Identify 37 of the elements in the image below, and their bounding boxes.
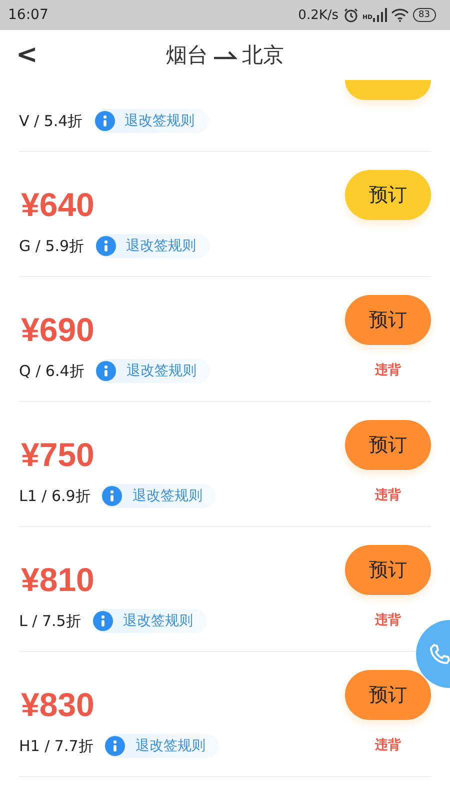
info-icon [94, 111, 115, 131]
wifi-icon [390, 8, 409, 22]
policy-violation-label: 违背 [375, 736, 401, 754]
destination-city: 北京 [242, 42, 284, 69]
info-icon [102, 486, 122, 506]
info-icon [105, 736, 126, 756]
phone-icon [428, 642, 450, 666]
battery-indicator: 83 [412, 8, 436, 22]
policy-violation-label: 违背 [375, 362, 401, 379]
alarm-icon [342, 7, 359, 23]
info-icon [96, 236, 116, 256]
back-button[interactable]: < [0, 40, 38, 70]
fare-price: ¥810 [20, 561, 96, 599]
fare-price: ¥640 [20, 186, 96, 224]
cabin-discount: H1 / 7.7折 [19, 736, 94, 756]
fare-price: ¥830 [20, 686, 96, 724]
network-speed: 0.2K/s [298, 8, 339, 22]
book-button[interactable]: 预订 [345, 545, 431, 595]
status-time: 16:07 [8, 7, 48, 23]
book-button[interactable]: 预订 [345, 420, 431, 470]
cabin-discount: L1 / 6.9折 [19, 486, 90, 506]
cabin-discount: V / 5.4折 [19, 112, 83, 130]
origin-city: 烟台 [166, 42, 208, 69]
book-button[interactable]: 预订 [345, 170, 431, 220]
cabin-discount: Q / 6.4折 [19, 362, 84, 380]
fare-price: ¥690 [20, 311, 96, 349]
policy-violation-label: 违背 [375, 612, 401, 629]
cabin-discount: G / 5.9折 [19, 236, 84, 256]
info-icon [92, 611, 113, 631]
book-button[interactable]: 预订 [345, 670, 431, 720]
cabin-discount: L / 7.5折 [19, 612, 81, 630]
info-icon [96, 361, 116, 381]
book-button[interactable] [345, 80, 431, 100]
policy-violation-label: 违背 [375, 486, 401, 504]
fare-price: ¥750 [20, 436, 96, 474]
signal-icon [372, 8, 387, 22]
book-button[interactable]: 预订 [345, 295, 431, 345]
